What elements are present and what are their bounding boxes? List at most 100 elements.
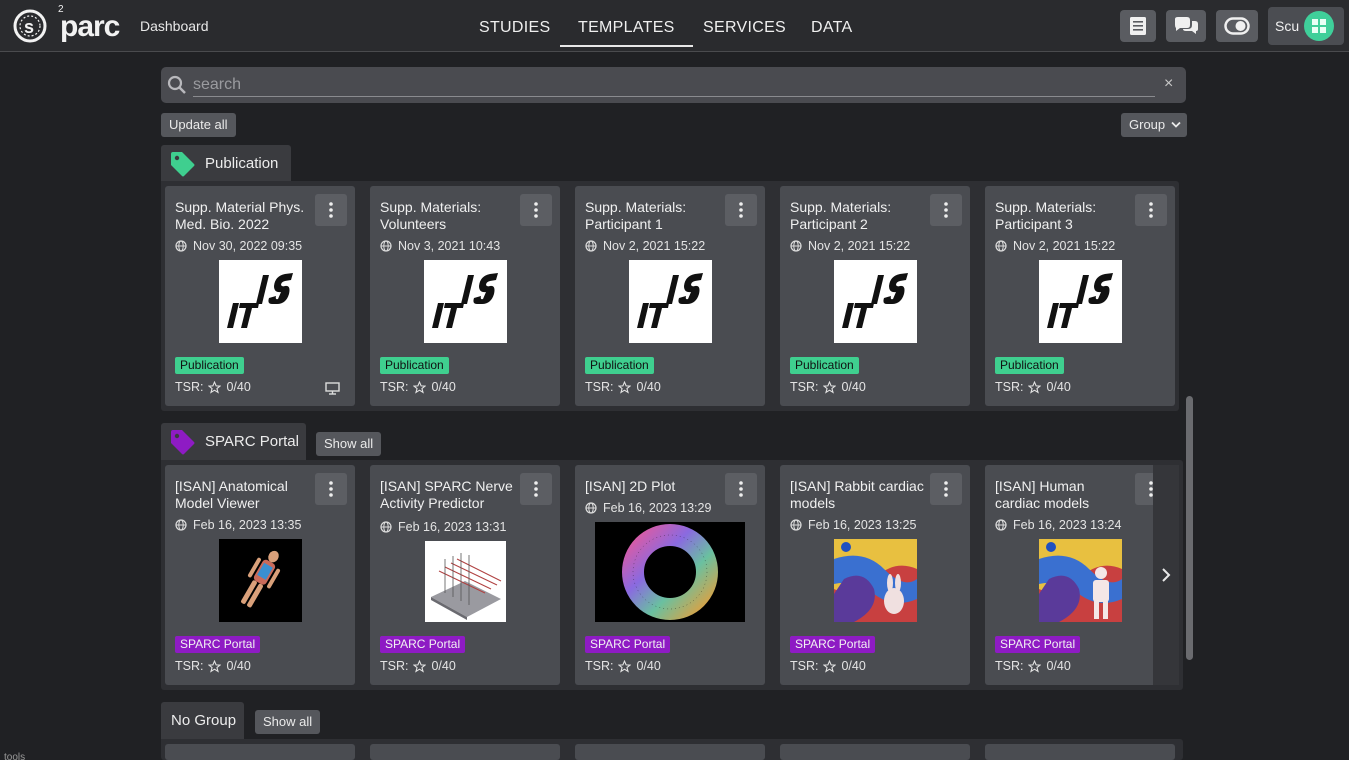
manual-button[interactable] — [1120, 10, 1156, 42]
card-title: Supp. Material Phys. Med. Bio. 2022 — [175, 199, 305, 232]
card-title: Supp. Materials: Participant 3 — [995, 199, 1097, 232]
template-card[interactable]: [ISAN] Human cardiac models Feb 16, 2023… — [985, 465, 1175, 685]
user-menu-button[interactable]: Scu — [1268, 7, 1344, 45]
template-card[interactable] — [165, 744, 355, 760]
globe-icon — [380, 240, 392, 252]
sparc-portal-tag: SPARC Portal — [380, 636, 466, 653]
nerve-predictor-thumbnail — [425, 541, 506, 622]
chat-icon — [1175, 17, 1198, 34]
card-date-text: Nov 3, 2021 10:43 — [398, 239, 501, 253]
chat-button[interactable] — [1166, 10, 1206, 42]
star-icon — [208, 659, 222, 673]
star-icon — [413, 659, 427, 673]
search-input[interactable] — [193, 73, 1155, 97]
tab-studies[interactable]: STUDIES — [479, 19, 550, 37]
template-card[interactable]: [ISAN] Anatomical Model Viewer Feb 16, 2… — [165, 465, 355, 685]
search-bar: × — [161, 67, 1186, 103]
tsr-label: TSR: — [380, 380, 409, 394]
chevron-down-icon — [1171, 121, 1181, 128]
rabbit-cardiac-thumbnail — [834, 539, 917, 622]
template-card[interactable]: [ISAN] Rabbit cardiac models Feb 16, 202… — [780, 465, 970, 685]
template-card[interactable]: Supp. Materials: Volunteers Nov 3, 2021 … — [370, 186, 560, 406]
template-card[interactable]: Supp. Materials: Participant 2 Nov 2, 20… — [780, 186, 970, 406]
template-card[interactable] — [780, 744, 970, 760]
sparc-portal-tag: SPARC Portal — [175, 636, 261, 653]
template-card[interactable]: [ISAN] SPARC Nerve Activity Predictor Fe… — [370, 465, 560, 685]
kebab-menu-icon — [329, 202, 333, 218]
group-panel-no-group — [161, 739, 1183, 760]
card-menu-button[interactable] — [315, 194, 347, 226]
dashboard-link[interactable]: Dashboard — [140, 18, 209, 34]
card-menu-button[interactable] — [725, 194, 757, 226]
card-menu-button[interactable] — [725, 473, 757, 505]
publication-tag: Publication — [995, 357, 1064, 374]
anatomical-model-thumbnail — [219, 539, 302, 622]
theme-toggle-button[interactable] — [1216, 10, 1258, 42]
itis-logo-thumbnail — [424, 260, 507, 343]
osparc-logo[interactable]: s 2 parc — [12, 4, 120, 43]
card-date: Feb 16, 2023 13:25 — [790, 518, 916, 532]
vertical-scrollbar[interactable] — [1186, 396, 1193, 660]
group-dropdown-button[interactable]: Group — [1121, 113, 1188, 137]
clear-search-icon[interactable]: × — [1164, 75, 1173, 93]
tab-data[interactable]: DATA — [811, 19, 853, 37]
tsr-score: 0/40 — [841, 380, 866, 394]
tab-templates[interactable]: TEMPLATES — [560, 19, 693, 47]
tsr-rating: TSR: 0/40 — [380, 380, 456, 394]
globe-icon — [380, 521, 392, 533]
publication-tag: Publication — [790, 357, 859, 374]
group-header-sparc-portal: SPARC Portal — [161, 423, 306, 461]
template-card[interactable]: Supp. Materials: Participant 1 Nov 2, 20… — [575, 186, 765, 406]
sparc-portal-tag: SPARC Portal — [790, 636, 876, 653]
theme-toggle-icon — [1224, 17, 1250, 35]
card-menu-button[interactable] — [1135, 194, 1167, 226]
show-all-button[interactable]: Show all — [255, 710, 321, 734]
card-date-text: Feb 16, 2023 13:25 — [808, 518, 917, 532]
card-menu-button[interactable] — [315, 473, 347, 505]
group-name: SPARC Portal — [205, 433, 299, 450]
kebab-menu-icon — [534, 481, 538, 497]
show-all-button[interactable]: Show all — [316, 432, 382, 456]
card-title: [ISAN] Rabbit cardiac models — [790, 478, 924, 511]
top-bar: s 2 parc Dashboard STUDIES TEMPLATES SER… — [0, 0, 1349, 52]
card-date-text: Nov 30, 2022 09:35 — [193, 239, 303, 253]
tsr-label: TSR: — [790, 659, 819, 673]
tsr-rating: TSR: 0/40 — [790, 659, 866, 673]
card-menu-button[interactable] — [520, 473, 552, 505]
card-date-text: Nov 2, 2021 15:22 — [603, 239, 706, 253]
tsr-label: TSR: — [175, 380, 204, 394]
itis-logo-thumbnail — [629, 260, 712, 343]
template-card[interactable] — [575, 744, 765, 760]
card-title: Supp. Materials: Participant 2 — [790, 199, 892, 232]
chevron-right-icon — [1162, 568, 1171, 582]
template-card[interactable]: [ISAN] 2D Plot Feb 16, 2023 13:29 SPARC … — [575, 465, 765, 685]
template-card[interactable] — [370, 744, 560, 760]
group-panel-sparc-portal: [ISAN] Anatomical Model Viewer Feb 16, 2… — [161, 460, 1183, 690]
tsr-label: TSR: — [790, 380, 819, 394]
card-menu-button[interactable] — [930, 473, 962, 505]
card-title: Supp. Materials: Participant 1 — [585, 199, 687, 232]
group-name: No Group — [171, 712, 237, 729]
tsr-score: 0/40 — [1046, 659, 1071, 673]
globe-icon — [995, 240, 1007, 252]
tsr-score: 0/40 — [226, 659, 251, 673]
tsr-label: TSR: — [380, 659, 409, 673]
star-icon — [618, 380, 632, 394]
kebab-menu-icon — [329, 481, 333, 497]
template-card[interactable] — [985, 744, 1175, 760]
tab-services[interactable]: SERVICES — [703, 19, 786, 37]
template-card[interactable]: Supp. Material Phys. Med. Bio. 2022 Nov … — [165, 186, 355, 406]
card-date: Feb 16, 2023 13:24 — [995, 518, 1121, 532]
card-menu-button[interactable] — [520, 194, 552, 226]
card-date: Feb 16, 2023 13:31 — [380, 520, 506, 534]
scroll-right-button[interactable] — [1153, 465, 1179, 685]
template-card[interactable]: Supp. Materials: Participant 3 Nov 2, 20… — [985, 186, 1175, 406]
update-all-button[interactable]: Update all — [161, 113, 236, 137]
kebab-menu-icon — [534, 202, 538, 218]
card-title: Supp. Materials: Volunteers — [380, 199, 482, 232]
card-menu-button[interactable] — [930, 194, 962, 226]
kebab-menu-icon — [1149, 202, 1153, 218]
manual-icon — [1130, 17, 1146, 35]
sparc-portal-tag: SPARC Portal — [585, 636, 671, 653]
card-date: Nov 2, 2021 15:22 — [995, 239, 1115, 253]
